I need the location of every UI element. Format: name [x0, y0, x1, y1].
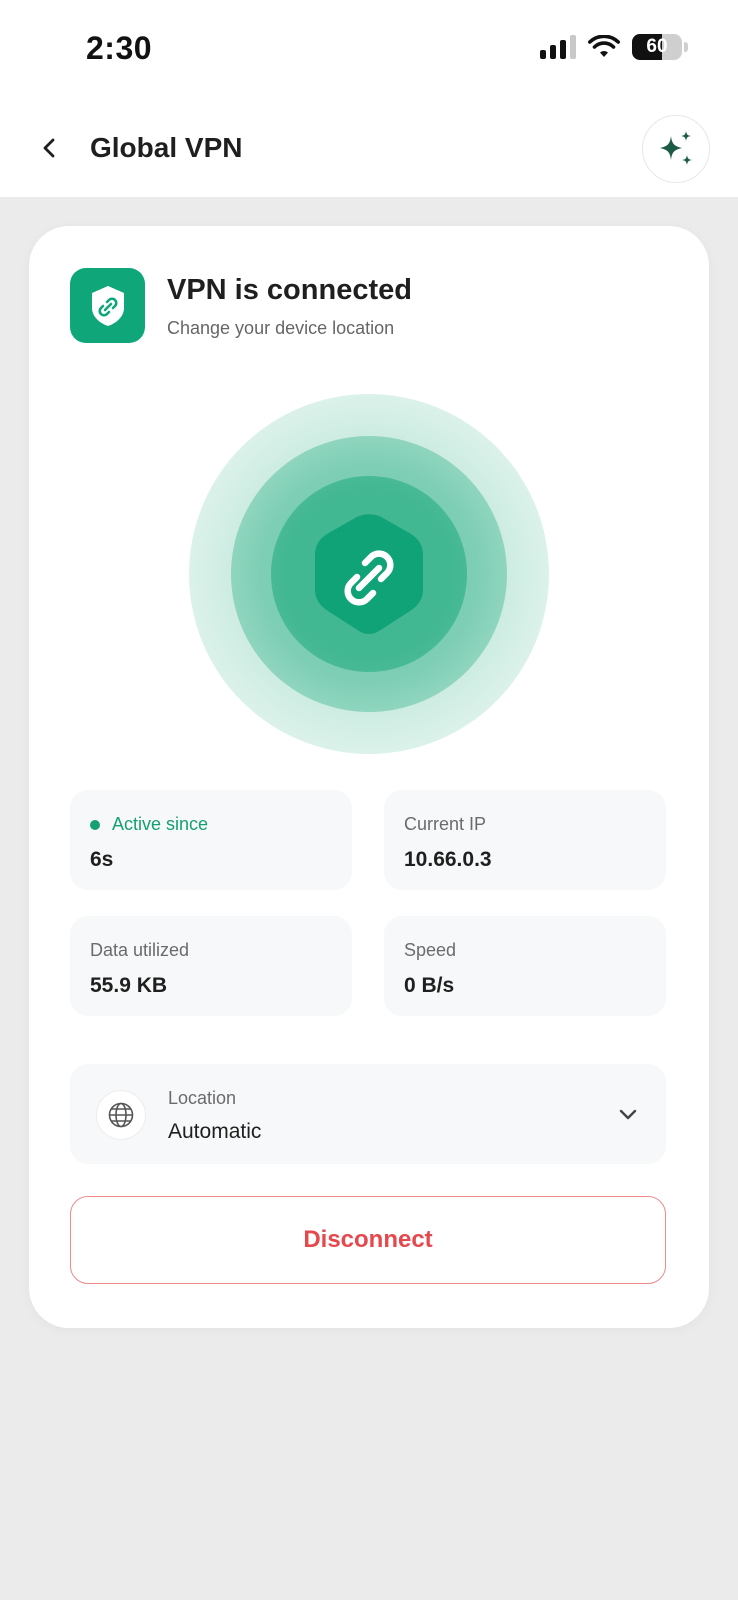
stat-label: Data utilized — [90, 940, 190, 960]
ai-assistant-button[interactable] — [642, 115, 710, 183]
stat-label: Active since — [112, 814, 209, 834]
chevron-left-icon — [43, 138, 55, 158]
vpn-status-card: VPN is connected Change your device loca… — [29, 226, 709, 1328]
vpn-app-icon — [70, 268, 145, 343]
battery-icon: 60 — [632, 34, 682, 60]
battery-cap — [684, 42, 688, 52]
cellular-signal-icon — [540, 35, 576, 59]
shield-link-icon — [91, 285, 124, 326]
stat-label: Current IP — [404, 814, 487, 834]
vpn-connection-indicator[interactable] — [189, 394, 549, 754]
location-label: Location — [168, 1088, 237, 1108]
page-title: Global VPN — [90, 132, 243, 163]
back-button[interactable] — [30, 128, 70, 168]
disconnect-label: Disconnect — [303, 1226, 433, 1253]
stat-current-ip: Current IP 10.66.0.3 — [384, 790, 666, 890]
stat-value: 55.9 KB — [90, 974, 168, 997]
location-value: Automatic — [168, 1120, 262, 1143]
chevron-down-icon — [619, 1109, 637, 1120]
globe-icon-wrapper — [96, 1090, 146, 1140]
disconnect-button[interactable]: Disconnect — [70, 1196, 666, 1284]
wifi-icon — [588, 35, 620, 57]
globe-icon — [108, 1102, 134, 1128]
battery-percentage: 60 — [646, 36, 668, 57]
status-icons: 60 — [540, 34, 688, 60]
stat-active-since: Active since 6s — [70, 790, 352, 890]
stat-label: Speed — [404, 940, 457, 960]
stat-value: 0 B/s — [404, 974, 455, 997]
connection-status-subtitle: Change your device location — [167, 318, 395, 338]
stat-speed: Speed 0 B/s — [384, 916, 666, 1016]
stat-value: 10.66.0.3 — [404, 848, 492, 871]
status-time: 2:30 — [86, 30, 153, 66]
sparkle-icon — [660, 131, 692, 165]
location-selector[interactable]: Location Automatic — [70, 1064, 666, 1164]
connection-status-title: VPN is connected — [167, 274, 412, 306]
active-status-dot — [90, 820, 100, 830]
app-header: Global VPN — [0, 100, 738, 197]
status-bar: 2:30 60 — [0, 0, 738, 100]
stat-value: 6s — [90, 848, 114, 871]
stat-data-utilized: Data utilized 55.9 KB — [70, 916, 352, 1016]
shield-link-icon — [315, 514, 423, 634]
